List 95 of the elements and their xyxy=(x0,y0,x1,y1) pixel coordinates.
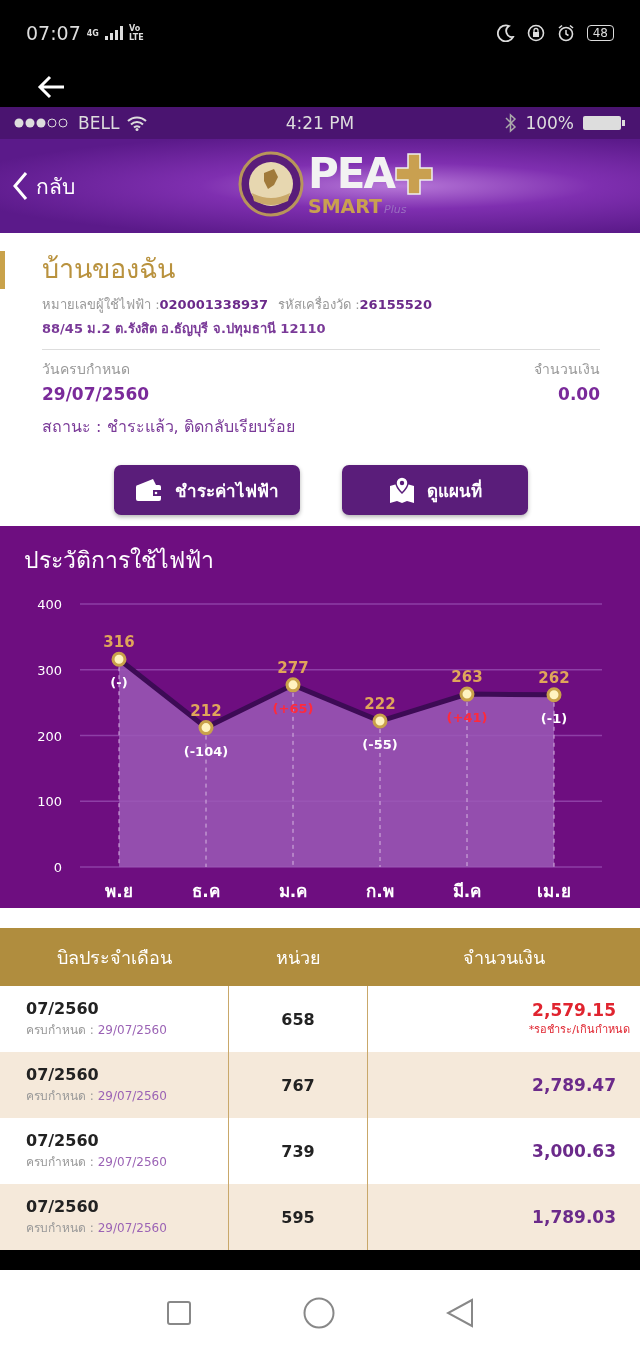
bill-month: 07/2560 xyxy=(26,1197,100,1216)
amount-cell: 3,000.63 xyxy=(532,1141,616,1161)
due-label: ครบกำหนด : xyxy=(26,1089,94,1103)
data-point xyxy=(198,720,214,736)
emblem-icon xyxy=(238,151,304,217)
value-label: 212 xyxy=(190,701,222,720)
logo-subtitle: SMART xyxy=(308,196,383,216)
moon-icon xyxy=(496,24,515,42)
action-button[interactable]: ดูแผนที่ xyxy=(342,465,528,515)
x-axis-label: ธ.ค xyxy=(192,881,220,901)
due-date: 29/07/2560 xyxy=(97,1221,167,1235)
value-label: 262 xyxy=(538,668,570,687)
due-date-label: วันครบกำหนด xyxy=(42,360,131,379)
due-date: 29/07/2560 xyxy=(97,1089,167,1103)
x-axis-label: พ.ย xyxy=(105,881,133,901)
amount-cell: 2,579.15 xyxy=(532,1000,616,1020)
amount-cell: 1,789.03 xyxy=(532,1207,616,1227)
logo-tagline: Plus xyxy=(384,203,407,216)
customer-number-label: หมายเลขผู้ใช้ไฟฟ้า : xyxy=(42,297,160,312)
change-label: (-104) xyxy=(183,743,229,759)
units-cell: 595 xyxy=(281,1207,315,1227)
x-axis-label: ม.ค xyxy=(278,881,308,901)
back-icon[interactable] xyxy=(446,1298,475,1328)
customer-number: 020001338937 xyxy=(159,297,269,312)
change-label: (+65) xyxy=(272,700,314,716)
clock: 07:07 xyxy=(26,22,81,44)
overdue-note: *รอชำระ/เกินกำหนด xyxy=(528,1022,630,1038)
data-point xyxy=(372,713,388,729)
bluetooth-icon xyxy=(505,113,518,133)
data-point xyxy=(459,686,475,702)
units-cell: 739 xyxy=(281,1141,315,1161)
column-header: บิลประจำเดือน xyxy=(55,945,173,970)
y-tick-label: 400 xyxy=(37,597,62,612)
due-date: 29/07/2560 xyxy=(97,1155,167,1169)
map-pin-icon xyxy=(388,476,415,504)
x-axis-label: เม.ย xyxy=(537,881,571,901)
signal-icon xyxy=(104,26,123,40)
action-button[interactable]: ชำระค่าไฟฟ้า xyxy=(114,465,300,515)
due-date: 29/07/2560 xyxy=(42,384,150,404)
value-label: 222 xyxy=(364,695,396,714)
battery-icon xyxy=(582,114,626,132)
bill-month: 07/2560 xyxy=(26,999,100,1018)
account-name: บ้านของฉัน xyxy=(42,252,176,286)
status-text: สถานะ : ชำระแล้ว, ติดกลับเรียบร้อย xyxy=(42,416,296,438)
carrier-name: BELL xyxy=(78,113,120,133)
y-tick-label: 200 xyxy=(37,728,62,744)
data-point xyxy=(111,651,127,667)
back-arrow-icon[interactable] xyxy=(36,73,66,100)
home-icon[interactable] xyxy=(303,1297,335,1329)
x-axis-label: ก.พ xyxy=(366,881,394,901)
ios-clock: 4:21 PM xyxy=(285,113,355,133)
due-label: ครบกำหนด : xyxy=(26,1023,94,1037)
change-label: (-55) xyxy=(362,737,398,753)
recents-icon[interactable] xyxy=(165,1300,192,1326)
due-label: ครบกำหนด : xyxy=(26,1155,94,1169)
column-header: หน่วย xyxy=(274,945,322,970)
value-label: 277 xyxy=(277,658,309,677)
amount-cell: 2,789.47 xyxy=(532,1075,616,1095)
battery-percent: 100% xyxy=(525,113,574,133)
battery-indicator: 48 xyxy=(586,25,614,41)
y-tick-label: 100 xyxy=(37,794,62,810)
value-label: 316 xyxy=(103,633,135,652)
units-cell: 767 xyxy=(281,1075,315,1095)
volte-label: Vo LTE xyxy=(128,24,145,42)
due-date: 29/07/2560 xyxy=(97,1023,167,1037)
y-tick-label: 0 xyxy=(53,860,62,875)
lock-icon xyxy=(526,24,545,42)
alarm-icon xyxy=(556,24,575,42)
address: 88/45 ม.2 ต.รังสิต อ.ธัญบุรี จ.ปทุมธานี 12110 xyxy=(42,320,327,339)
signal-dots-icon xyxy=(14,118,70,128)
network-label: 4G xyxy=(86,28,99,38)
back-button[interactable]: กลับ xyxy=(0,169,87,203)
column-header: จำนวนเงิน xyxy=(462,945,546,970)
x-axis-label: มี.ค xyxy=(452,881,482,901)
amount-label: จำนวนเงิน xyxy=(534,360,600,379)
value-label: 263 xyxy=(451,668,483,687)
change-label: (+41) xyxy=(446,710,488,726)
data-point xyxy=(285,677,301,693)
change-label: (-) xyxy=(110,675,128,691)
chart-title: ประวัติการใช้ไฟฟ้า xyxy=(23,546,215,575)
bill-month: 07/2560 xyxy=(26,1131,100,1150)
meter-number-label: รหัสเครื่องวัด : xyxy=(278,297,360,312)
due-label: ครบกำหนด : xyxy=(26,1221,94,1235)
meter-number: 26155520 xyxy=(359,297,432,312)
change-label: (-1) xyxy=(540,710,568,726)
wallet-icon xyxy=(135,478,163,502)
wifi-icon xyxy=(127,115,148,131)
bill-month: 07/2560 xyxy=(26,1065,100,1084)
amount-value: 0.00 xyxy=(558,384,600,404)
y-tick-label: 300 xyxy=(37,662,62,678)
chevron-left-icon xyxy=(12,171,28,201)
plus-icon xyxy=(394,152,434,196)
units-cell: 658 xyxy=(281,1009,315,1029)
data-point xyxy=(546,687,562,703)
logo-wordmark: PEA xyxy=(308,152,394,196)
